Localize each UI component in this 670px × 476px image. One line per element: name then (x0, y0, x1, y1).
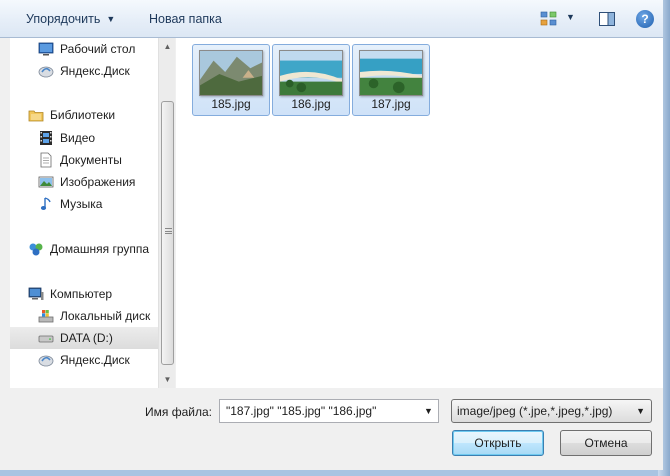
nav-label: Яндекс.Диск (60, 353, 130, 367)
nav-item-yandex-disk[interactable]: Яндекс.Диск (10, 60, 158, 82)
desktop-icon (38, 42, 54, 56)
filename-history-chevron-icon[interactable]: ▼ (424, 406, 433, 416)
local-disk-icon (38, 310, 54, 323)
nav-label: Яндекс.Диск (60, 64, 130, 78)
nav-item-libraries[interactable]: Библиотеки (10, 104, 158, 126)
filename-input[interactable] (219, 399, 439, 423)
pictures-icon (38, 176, 54, 188)
nav-label: Домашняя группа (50, 242, 150, 256)
yandex-disk-icon (38, 66, 54, 78)
nav-item-video[interactable]: Видео (10, 127, 158, 149)
navigation-pane: Рабочий стол Яндекс.Диск Библиотеки Виде… (10, 38, 158, 388)
file-item-187[interactable]: 187.jpg (352, 44, 430, 116)
nav-item-documents[interactable]: Документы (10, 149, 158, 171)
drive-icon (38, 335, 54, 343)
filetype-value: image/jpeg (*.jpe,*.jpeg,*.jpg) (457, 404, 613, 418)
view-options-chevron-icon[interactable]: ▼ (566, 12, 575, 22)
chevron-down-icon: ▼ (106, 14, 116, 24)
nav-item-computer[interactable]: Компьютер (10, 283, 158, 305)
change-view-icon[interactable] (540, 10, 558, 28)
computer-icon (28, 287, 44, 300)
nav-label: Видео (60, 131, 96, 145)
file-item-185[interactable]: 185.jpg (192, 44, 270, 116)
scroll-up-icon[interactable]: ▲ (159, 38, 176, 55)
cancel-button[interactable]: Отмена (560, 430, 652, 456)
libraries-icon (28, 110, 44, 122)
new-folder-button[interactable]: Новая папка (145, 10, 226, 28)
nav-label: Библиотеки (50, 108, 116, 122)
nav-label: Рабочий стол (60, 42, 136, 56)
video-icon (40, 131, 52, 145)
yandex-disk-icon (38, 355, 54, 367)
nav-item-local-disk[interactable]: Локальный диск (10, 305, 158, 327)
chevron-down-icon: ▼ (636, 406, 645, 416)
nav-item-homegroup[interactable]: Домашняя группа (10, 238, 158, 260)
documents-icon (40, 152, 52, 168)
toolbar: Упорядочить ▼ Новая папка ▼ ? (0, 0, 663, 38)
nav-label: Изображения (60, 175, 136, 189)
organize-label: Упорядочить (26, 12, 101, 26)
file-list: 185.jpg 186.jpg 187.jpg (176, 38, 663, 388)
homegroup-icon (29, 243, 43, 256)
file-name: 185.jpg (211, 97, 251, 111)
file-name: 187.jpg (371, 97, 411, 111)
nav-item-pictures[interactable]: Изображения (10, 171, 158, 193)
nav-item-yandex-disk-2[interactable]: Яндекс.Диск (10, 349, 158, 371)
file-item-186[interactable]: 186.jpg (272, 44, 350, 116)
nav-item-music[interactable]: Музыка (10, 193, 158, 215)
nav-item-data-drive[interactable]: DATA (D:) (10, 327, 158, 349)
file-name: 186.jpg (291, 97, 331, 111)
scroll-thumb[interactable] (161, 101, 174, 365)
nav-label: Музыка (60, 197, 103, 211)
image-thumbnail (279, 50, 343, 96)
nav-scrollbar[interactable]: ▲ ▼ (158, 38, 175, 388)
nav-label: DATA (D:) (60, 331, 113, 345)
nav-label: Компьютер (50, 287, 113, 301)
nav-label: Локальный диск (60, 309, 151, 323)
open-button[interactable]: Открыть (452, 430, 544, 456)
nav-label: Документы (60, 153, 122, 167)
preview-pane-icon[interactable] (598, 10, 616, 28)
music-icon (40, 197, 51, 210)
image-thumbnail (199, 50, 263, 96)
organize-button[interactable]: Упорядочить ▼ (22, 10, 119, 28)
help-icon[interactable]: ? (636, 10, 654, 28)
filetype-select[interactable]: image/jpeg (*.jpe,*.jpeg,*.jpg) ▼ (451, 399, 652, 423)
filename-label: Имя файла: (145, 405, 212, 419)
scroll-down-icon[interactable]: ▼ (159, 371, 176, 388)
grip-icon (165, 228, 172, 234)
nav-item-desktop[interactable]: Рабочий стол (10, 38, 158, 60)
image-thumbnail (359, 50, 423, 96)
